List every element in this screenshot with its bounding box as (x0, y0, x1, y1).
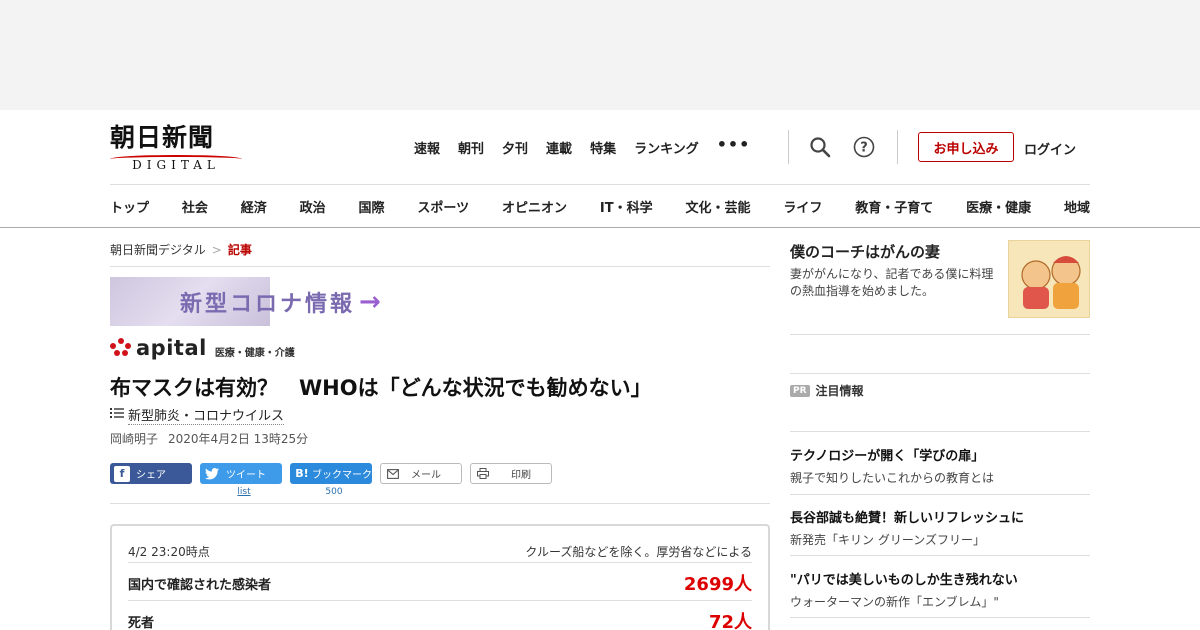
category-opinion[interactable]: オピニオン (502, 197, 567, 216)
stats-note: クルーズ船などを除く。厚労省などによる (525, 545, 752, 559)
topnav-ranking[interactable]: ランキング (634, 138, 699, 157)
topnav-morning[interactable]: 朝刊 (458, 138, 484, 157)
promo-description: 妻ががんになり、記者である僕に料理の熱血指導を始めました。 (790, 267, 994, 298)
apital-brand[interactable]: apital 医療・健康・介護 (110, 336, 295, 360)
share-rule (110, 503, 770, 504)
category-top[interactable]: トップ (110, 197, 149, 216)
top-nav: 速報 朝刊 夕刊 連載 特集 ランキング ••• (414, 137, 768, 158)
logo-subtitle: DIGITAL (110, 154, 242, 172)
print-button[interactable]: 印刷 (470, 463, 552, 484)
pr-item-title[interactable]: 長谷部誠も絶賛！新しいリフレッシュに (790, 507, 1024, 526)
ad-banner-area (0, 0, 1200, 110)
category-sports[interactable]: スポーツ (417, 197, 469, 216)
help-icon[interactable]: ? (853, 136, 875, 158)
subscribe-button[interactable]: お申し込み (918, 132, 1014, 162)
hatena-count: 500 (325, 487, 343, 497)
category-society[interactable]: 社会 (182, 197, 208, 216)
svg-text:?: ? (860, 141, 868, 156)
category-culture[interactable]: 文化・芸能 (685, 197, 750, 216)
author-name: 岡崎明子 (110, 432, 159, 446)
more-menu-icon[interactable]: ••• (717, 137, 751, 157)
hatena-icon: B! (295, 467, 309, 480)
category-education[interactable]: 教育・子育て (855, 197, 933, 216)
facebook-share-button[interactable]: f シェア (110, 463, 192, 484)
topic-link[interactable]: 新型肺炎・コロナウイルス (110, 405, 285, 425)
site-logo[interactable]: 朝日新聞 DIGITAL (110, 123, 242, 172)
login-link[interactable]: ログイン (1024, 139, 1076, 158)
pr-item-subtitle: 新発売「キリン グリーンズフリー」 (790, 533, 985, 547)
breadcrumb-home[interactable]: 朝日新聞デジタル (110, 243, 206, 257)
promo-title[interactable]: 僕のコーチはがんの妻 (790, 241, 940, 262)
breadcrumb-rule (110, 266, 770, 267)
topic-label: 新型肺炎・コロナウイルス (128, 405, 285, 425)
covid-stats-box: 4/2 23:20時点 クルーズ船などを除く。厚労省などによる 国内で確認された… (110, 524, 770, 630)
topnav-features[interactable]: 特集 (590, 138, 616, 157)
category-economy[interactable]: 経済 (241, 197, 267, 216)
byline: 岡崎明子 2020年4月2日 13時25分 (110, 430, 308, 447)
publish-date: 2020年4月2日 13時25分 (168, 432, 309, 446)
pr-section-label: PR 注目情報 (790, 382, 864, 399)
corona-info-banner[interactable]: 新型コロナ情報 → (110, 277, 430, 326)
stats-row-infected: 国内で確認された感染者 2699人 (128, 574, 752, 595)
twitter-share-button[interactable]: ツイート (200, 463, 282, 484)
stats-row-deaths: 死者 72人 (128, 612, 752, 630)
nav-bottom-rule (0, 227, 1200, 228)
pr-item-title[interactable]: テクノロジーが開く「学びの扉」 (790, 445, 984, 464)
list-icon (110, 407, 124, 423)
printer-icon (475, 466, 491, 482)
category-region[interactable]: 地域 (1064, 197, 1090, 216)
breadcrumb-current: 記事 (227, 243, 252, 257)
topnav-breaking[interactable]: 速報 (414, 138, 440, 157)
mail-share-button[interactable]: メール (380, 463, 462, 484)
pr-item-subtitle: ウォーターマンの新作「エンブレム」" (790, 595, 999, 609)
apital-category: 医療・健康・介護 (214, 347, 295, 359)
stats-timestamp: 4/2 23:20時点 (128, 545, 210, 559)
corona-banner-text: 新型コロナ情報 (180, 291, 356, 317)
twitter-icon (204, 466, 220, 482)
arrow-right-icon: → (359, 286, 381, 317)
promo-illustration[interactable] (1008, 240, 1090, 318)
header-rule (110, 184, 1090, 185)
apital-logo-icon (110, 338, 132, 358)
envelope-icon (385, 466, 401, 482)
search-icon[interactable] (809, 136, 831, 158)
topnav-series[interactable]: 連載 (546, 138, 572, 157)
category-nav: トップ 社会 経済 政治 国際 スポーツ オピニオン IT・科学 文化・芸能 ラ… (110, 197, 1090, 216)
category-politics[interactable]: 政治 (300, 197, 326, 216)
breadcrumb: 朝日新聞デジタル > 記事 (110, 243, 252, 257)
header-divider-2 (897, 130, 898, 164)
pr-badge: PR (790, 384, 810, 397)
category-life[interactable]: ライフ (783, 197, 822, 216)
header-divider (788, 130, 789, 164)
facebook-icon: f (114, 465, 130, 482)
logo-wordmark: 朝日新聞 (110, 123, 215, 152)
twitter-count-link[interactable]: list (200, 487, 288, 497)
category-it-science[interactable]: IT・科学 (600, 197, 653, 216)
apital-name: apital (136, 336, 207, 360)
hatena-bookmark-button[interactable]: B! ブックマーク (290, 463, 372, 484)
topnav-evening[interactable]: 夕刊 (502, 138, 528, 157)
pr-item-title[interactable]: "パリでは美しいものしか生き残れない (790, 569, 1018, 588)
article-headline: 布マスクは有効？ WHOは「どんな状況でも勧めない」 (110, 376, 652, 400)
pr-item-subtitle: 親子で知りしたいこれからの教育とは (790, 471, 995, 485)
category-health[interactable]: 医療・健康 (966, 197, 1031, 216)
category-international[interactable]: 国際 (359, 197, 385, 216)
